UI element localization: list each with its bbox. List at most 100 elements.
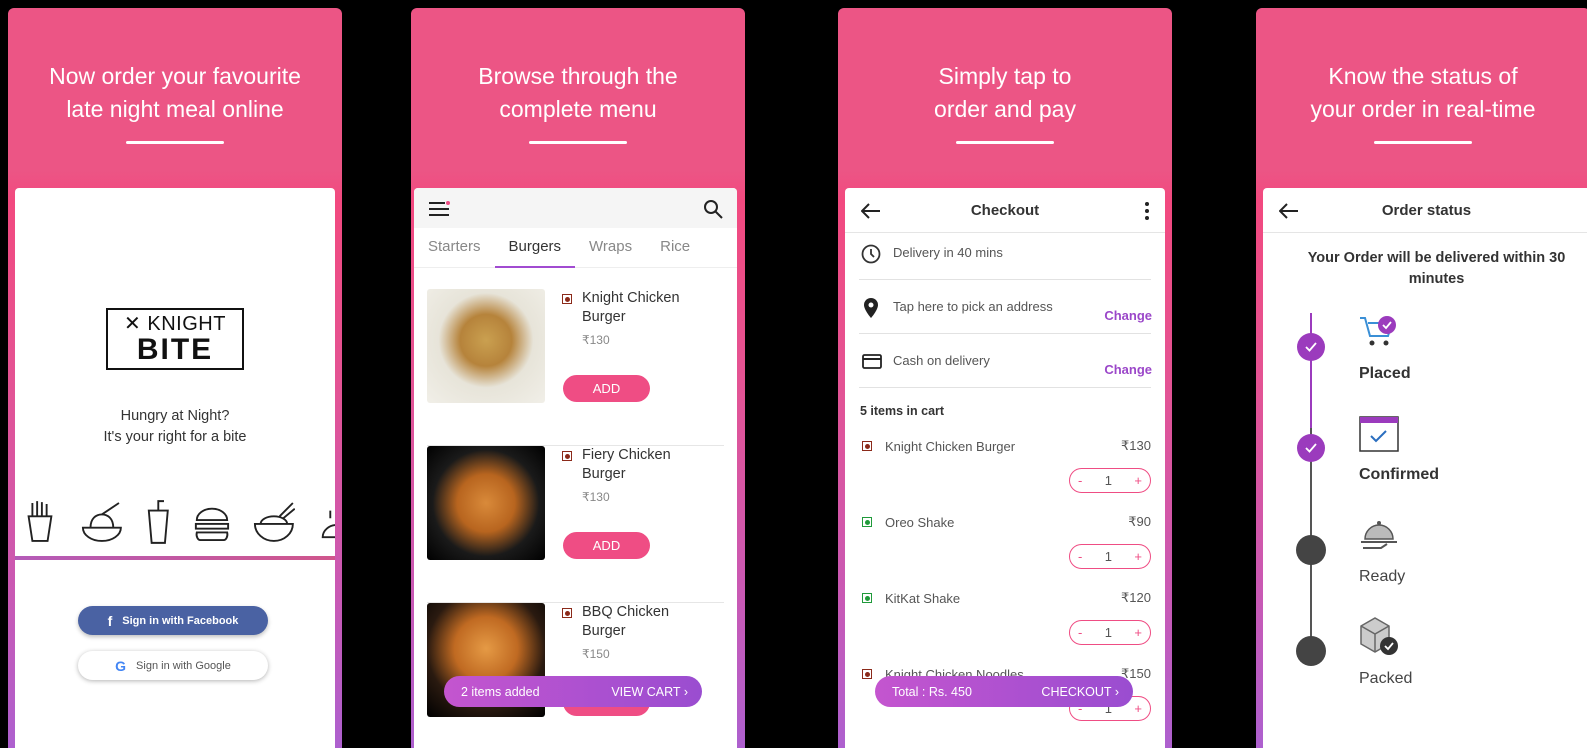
total-label: Total : Rs. 450 (892, 684, 972, 699)
veg-icon (862, 593, 872, 603)
package-icon (1360, 617, 1398, 655)
login-actions-area: f Sign in with Facebook G Sign in with G… (15, 560, 335, 748)
back-arrow-icon[interactable] (861, 203, 881, 219)
menu-item-name: Fiery Chicken Burger (582, 447, 671, 482)
step-label-placed: Placed (1359, 365, 1411, 382)
burger-photo (427, 446, 545, 560)
step-done-dot (1297, 434, 1325, 462)
checkout-topbar: Checkout (845, 188, 1165, 233)
add-button[interactable]: ADD (563, 375, 650, 402)
cart-item-name: Oreo Shake (885, 515, 955, 530)
logo-bottom-label: BITE (136, 333, 214, 366)
non-veg-icon (862, 669, 872, 679)
drink-icon (147, 500, 169, 544)
decrement-button[interactable]: - (1078, 473, 1082, 488)
tagline-line-1: Hungry at Night? (120, 408, 230, 424)
step-label-ready: Ready (1359, 568, 1406, 585)
tab-burgers[interactable]: Burgers (494, 228, 576, 268)
fries-icon (27, 501, 53, 542)
page-title: Checkout (970, 201, 1040, 219)
headline-line-1: Know the status of (1328, 63, 1518, 89)
back-arrow-icon[interactable] (1279, 203, 1299, 219)
address-picker[interactable]: Tap here to pick an address (893, 299, 1053, 314)
logo-top-label: KNIGHT (147, 313, 226, 335)
tab-rice[interactable]: Rice (646, 228, 704, 268)
view-cart-action: VIEW CART › (611, 685, 688, 699)
cart-item-name: Knight Chicken Burger (885, 439, 1016, 454)
decrement-button[interactable]: - (1078, 549, 1082, 564)
headline-divider (126, 141, 224, 144)
headline-line-2: complete menu (499, 96, 657, 122)
promo-panel-menu: Browse through the complete menu Starter… (411, 8, 745, 748)
non-veg-icon (562, 451, 572, 461)
check-icon (1305, 342, 1317, 352)
checkout-bar[interactable]: Total : Rs. 450 CHECKOUT › (875, 676, 1133, 707)
menu-screen: Starters Burgers Wraps Rice Knight Chick… (414, 188, 737, 748)
tagline-line-2: It's your right for a bite (103, 429, 247, 445)
change-address-button[interactable]: Change (1104, 308, 1152, 323)
increment-button[interactable]: + (1134, 625, 1142, 640)
step-pending-dot (1296, 636, 1326, 666)
chicken-icon (321, 510, 335, 539)
headline-divider (956, 141, 1054, 144)
facebook-signin-button[interactable]: f Sign in with Facebook (78, 606, 268, 635)
check-icon (1305, 443, 1317, 453)
menu-item-price: ₹130 (582, 490, 610, 504)
calendar-check-icon (1359, 416, 1399, 452)
promo-panel-checkout: Simply tap to order and pay Checkout Del… (838, 8, 1172, 748)
cart-item-price: ₹120 (1121, 590, 1151, 605)
panel-headline: Simply tap to order and pay (838, 60, 1172, 126)
panel-headline: Browse through the complete menu (411, 60, 745, 126)
non-veg-icon (862, 441, 872, 451)
tab-wraps[interactable]: Wraps (575, 228, 646, 268)
timeline-progress (1310, 313, 1312, 428)
quantity-value: 1 (1104, 473, 1112, 488)
quantity-value: 1 (1104, 625, 1112, 640)
google-signin-label: Sign in with Google (136, 659, 231, 672)
more-options-icon[interactable] (1145, 202, 1149, 220)
search-icon[interactable] (703, 199, 723, 219)
cart-heading: 5 items in cart (860, 404, 945, 418)
menu-item-price: ₹150 (582, 647, 610, 661)
chevron-right-icon: › (1114, 684, 1119, 699)
headline-line-2: late night meal online (66, 96, 284, 122)
panel-headline: Know the status of your order in real-ti… (1256, 60, 1587, 126)
increment-button[interactable]: + (1134, 549, 1142, 564)
menu-item-price: ₹130 (582, 333, 610, 347)
menu-appbar (414, 188, 737, 228)
panel-headline: Now order your favourite late night meal… (8, 60, 342, 126)
non-veg-icon (562, 608, 572, 618)
knight-bite-logo: ✕ KNIGHT BITE (106, 308, 244, 370)
increment-button[interactable]: + (1134, 701, 1142, 716)
google-signin-button[interactable]: G Sign in with Google (78, 651, 268, 680)
headline-line-1: Now order your favourite (49, 63, 301, 89)
checkout-screen: Checkout Delivery in 40 mins Tap here to… (845, 188, 1165, 748)
add-button[interactable]: ADD (563, 532, 650, 559)
view-cart-label: VIEW CART (611, 684, 681, 699)
noodles-icon (81, 502, 122, 542)
decrement-button[interactable]: - (1078, 625, 1082, 640)
quantity-value: 1 (1104, 549, 1112, 564)
clock-icon (861, 244, 881, 264)
serving-cloche-icon (1361, 521, 1397, 549)
delivery-time: Delivery in 40 mins (893, 245, 1003, 260)
non-veg-icon (562, 294, 572, 304)
veg-icon (862, 517, 872, 527)
card-icon (862, 354, 882, 369)
hamburger-menu-icon[interactable] (428, 201, 450, 217)
cart-check-icon (1360, 316, 1396, 346)
increment-button[interactable]: + (1134, 473, 1142, 488)
menu-item-name: Knight Chicken Burger (582, 290, 680, 325)
chevron-right-icon: › (683, 684, 688, 699)
cart-item-name: KitKat Shake (885, 591, 961, 606)
login-screen: ✕ KNIGHT BITE Hungry at Night? It's your… (15, 188, 335, 748)
step-done-dot (1297, 333, 1325, 361)
headline-divider (1374, 141, 1472, 144)
order-status-screen: Order status Your Order will be delivere… (1263, 188, 1587, 748)
change-payment-button[interactable]: Change (1104, 362, 1152, 377)
cart-item-price: ₹90 (1128, 514, 1151, 529)
view-cart-bar[interactable]: 2 items added VIEW CART › (444, 676, 702, 707)
promo-panel-login: Now order your favourite late night meal… (8, 8, 342, 748)
tab-starters[interactable]: Starters (414, 228, 495, 268)
step-pending-dot (1296, 535, 1326, 565)
